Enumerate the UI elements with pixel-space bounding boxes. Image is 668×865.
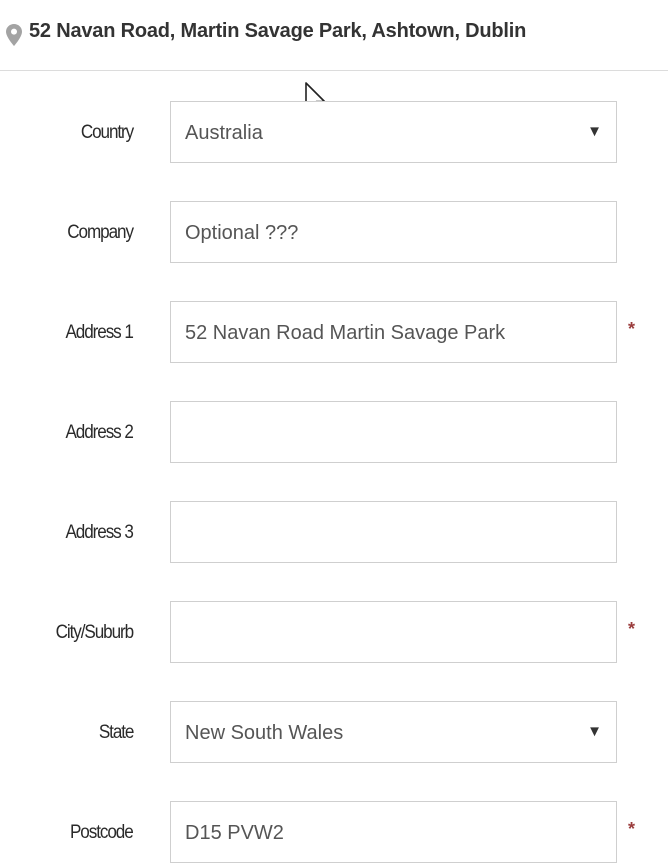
address-header[interactable]: 52 Navan Road, Martin Savage Park, Ashto… xyxy=(0,0,668,71)
address1-input-value: 52 Navan Road Martin Savage Park xyxy=(185,322,506,344)
address3-row: Address 3 xyxy=(0,501,668,565)
location-pin-icon xyxy=(6,24,22,46)
postcode-input[interactable]: D15 PVW2 xyxy=(170,801,617,863)
country-row: Country Australia ▼ xyxy=(0,101,668,165)
address1-row: Address 1 52 Navan Road Martin Savage Pa… xyxy=(0,301,668,365)
postcode-row: Postcode D15 PVW2 * xyxy=(0,801,668,865)
company-input[interactable]: Optional ??? xyxy=(170,201,617,263)
city-input[interactable] xyxy=(170,601,617,663)
state-label: State xyxy=(98,722,134,743)
address1-label: Address 1 xyxy=(65,322,134,343)
postcode-required-marker: * xyxy=(628,819,636,839)
address3-label: Address 3 xyxy=(65,522,134,543)
address2-input[interactable] xyxy=(170,401,617,463)
address3-input[interactable] xyxy=(170,501,617,563)
city-required-marker: * xyxy=(628,619,636,639)
city-row: City/Suburb * xyxy=(0,601,668,665)
dropdown-arrow-icon: ▼ xyxy=(587,123,602,140)
country-select[interactable]: Australia ▼ xyxy=(170,101,617,163)
dropdown-arrow-icon: ▼ xyxy=(587,723,602,740)
company-label: Company xyxy=(67,222,134,243)
address1-input[interactable]: 52 Navan Road Martin Savage Park xyxy=(170,301,617,363)
state-select-value: New South Wales xyxy=(185,722,344,744)
address2-row: Address 2 xyxy=(0,401,668,465)
company-input-placeholder: Optional ??? xyxy=(185,222,299,244)
company-row: Company Optional ??? xyxy=(0,201,668,265)
postcode-label: Postcode xyxy=(70,822,134,843)
state-row: State New South Wales ▼ xyxy=(0,701,668,765)
address1-required-marker: * xyxy=(628,319,636,339)
country-select-value: Australia xyxy=(185,122,263,144)
country-label: Country xyxy=(80,122,134,143)
city-label: City/Suburb xyxy=(55,622,135,643)
state-select[interactable]: New South Wales ▼ xyxy=(170,701,617,763)
address2-label: Address 2 xyxy=(65,422,134,443)
header-address-text: 52 Navan Road, Martin Savage Park, Ashto… xyxy=(29,20,527,42)
postcode-input-value: D15 PVW2 xyxy=(185,822,284,844)
